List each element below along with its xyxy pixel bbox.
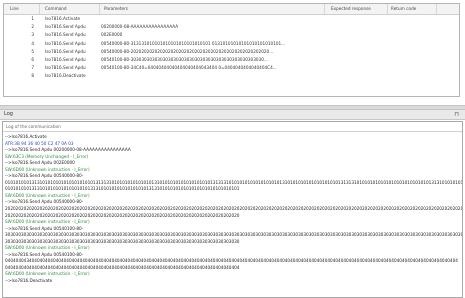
column-header-parameters[interactable]: Parameters: [104, 4, 128, 14]
grid-cell-command: Iso7816.Send Apdu: [45, 32, 86, 38]
grid-cell-command: Iso7816.Send Apdu: [45, 56, 86, 62]
pin-icon[interactable]: ⊓: [454, 110, 459, 119]
grid-cell-parameters: 00540000-80-2020202020202020202020202020…: [101, 48, 274, 54]
log-line: -->Iso7816.Deactivate: [5, 278, 53, 284]
grid-cell-command: Iso7816.Send Apdu: [45, 24, 86, 30]
column-header-expected-response[interactable]: Expected response: [331, 4, 371, 14]
grid-cell-command: Iso7816.Send Apdu: [45, 48, 86, 54]
column-header-command[interactable]: Command: [45, 4, 67, 14]
log-panel-title: Log: [4, 111, 13, 117]
grid-cell-parameters: 002E0000: [101, 32, 123, 38]
grid-cell-parameters: 00540000-80-3131310101010101010101010101…: [101, 40, 286, 46]
grid-row[interactable]: 6 Iso7816.Send Apdu 00540100-80-3030303030…: [4, 56, 459, 64]
grid-cell-command: Iso7816.Deactivate: [45, 73, 86, 79]
grid-cell-line: 5: [31, 48, 34, 54]
log-panel[interactable]: Log of the communication -->Iso7816.Acti…: [2, 121, 463, 298]
grid-cell-line: 4: [31, 40, 34, 46]
grid-row[interactable]: 8 Iso7816.Deactivate: [4, 72, 459, 80]
grid-cell-parameters: 00200000-08-AAAAAAAAAAAAAAAA: [101, 24, 179, 30]
grid-cell-parameters: 00540100-80-3030303030303030303030303030…: [101, 56, 268, 62]
grid-cell-line: 7: [31, 65, 34, 71]
grid-row[interactable]: 4 Iso7816.Send Apdu 00540000-80-3131310101…: [4, 40, 459, 48]
command-grid[interactable]: Line Command Parameters Expected respons…: [3, 3, 460, 97]
grid-cell-line: 2: [31, 24, 34, 30]
log-panel-title-bar: Log ⊓: [0, 110, 465, 120]
grid-row[interactable]: 2 Iso7816.Send Apdu 00200000-08-AAAAAAAAAA…: [4, 23, 459, 31]
log-line: 3030303030303030303030303030303030303030…: [5, 232, 462, 238]
grid-rows: 1 Iso7816.Activate 2 Iso7816.Send Apdu 00200…: [4, 15, 459, 81]
log-line: 2020202020202020202020202020202020202020…: [5, 206, 462, 212]
grid-header: Line Command Parameters Expected respons…: [4, 4, 459, 15]
grid-cell-line: 8: [31, 73, 34, 79]
grid-row[interactable]: 5 Iso7816.Send Apdu 00540000-80-2020202020…: [4, 48, 459, 56]
column-header-return-code[interactable]: Return code: [391, 4, 416, 14]
grid-cell-line: 6: [31, 56, 34, 62]
grid-cell-line: 3: [31, 32, 34, 38]
column-header-line[interactable]: Line: [10, 4, 19, 14]
grid-row[interactable]: 3 Iso7816.Send Apdu 002E0000: [4, 31, 459, 39]
grid-cell-command: Iso7816.Activate: [45, 16, 81, 21]
grid-cell-line: 1: [31, 16, 34, 21]
grid-row[interactable]: 7 Iso7816.Send Apdu 00540100-80-34C40=0404…: [4, 64, 459, 72]
log-line: 0404040434040404040404040404040404040404…: [5, 258, 458, 264]
grid-cell-command: Iso7816.Send Apdu: [45, 65, 86, 71]
log-body: -->Iso7816.Activate ATR:3B 94 36 40 50 C2…: [3, 132, 462, 285]
grid-row[interactable]: 1 Iso7816.Activate: [4, 15, 459, 23]
log-header: Log of the communication: [3, 122, 462, 132]
grid-cell-parameters: 00540100-80-34C40=0404040404040404040404…: [101, 65, 277, 71]
grid-cell-command: Iso7816.Send Apdu: [45, 40, 86, 46]
